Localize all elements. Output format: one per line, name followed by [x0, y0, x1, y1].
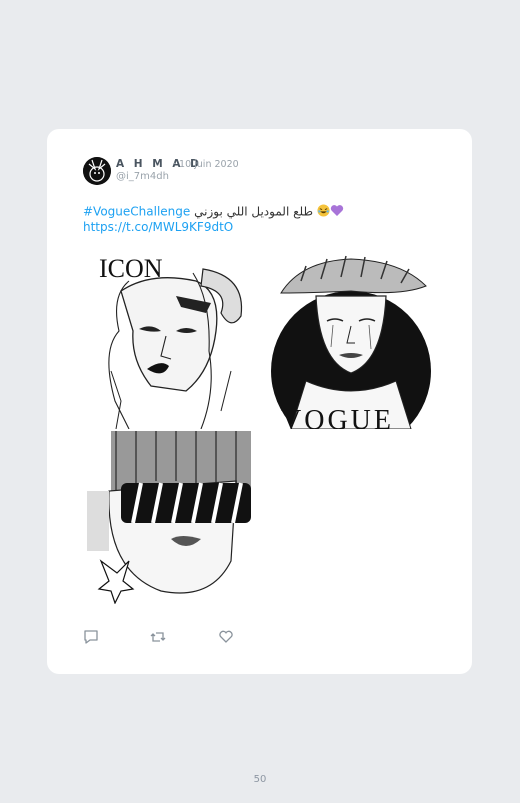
speech-bubble-icon: [84, 630, 98, 644]
avatar[interactable]: [83, 157, 111, 185]
retweet-button[interactable]: [150, 629, 166, 645]
tweet-card: A H M A D · 10 juin 2020 @i_7m4dh #Vogue…: [47, 129, 472, 674]
purple-heart-icon: [330, 204, 344, 220]
tweet-body: طلع الموديل اللي بوزني: [194, 204, 314, 219]
tweet-image-3[interactable]: [81, 431, 259, 609]
reply-button[interactable]: [83, 629, 99, 645]
page-number: 50: [253, 774, 267, 785]
retweet-icon: [150, 632, 166, 642]
heart-icon: [219, 630, 233, 643]
tweet-image-1[interactable]: ICON: [81, 251, 259, 429]
image-caption-vogue: VOGUE: [281, 405, 394, 429]
tweet-link[interactable]: https://t.co/MWL9KF9dtO: [83, 220, 233, 234]
author-handle[interactable]: @i_7m4dh: [116, 171, 169, 182]
tweet-text: #VogueChallenge طلع الموديل اللي بوزني: [83, 204, 344, 220]
hashtag-link[interactable]: #VogueChallenge: [83, 205, 190, 219]
tweet-date[interactable]: · 10 juin 2020: [173, 159, 239, 170]
tweet-image-2[interactable]: VOGUE: [261, 251, 439, 429]
like-button[interactable]: [218, 629, 234, 645]
laughing-emoji-icon: [317, 204, 330, 220]
